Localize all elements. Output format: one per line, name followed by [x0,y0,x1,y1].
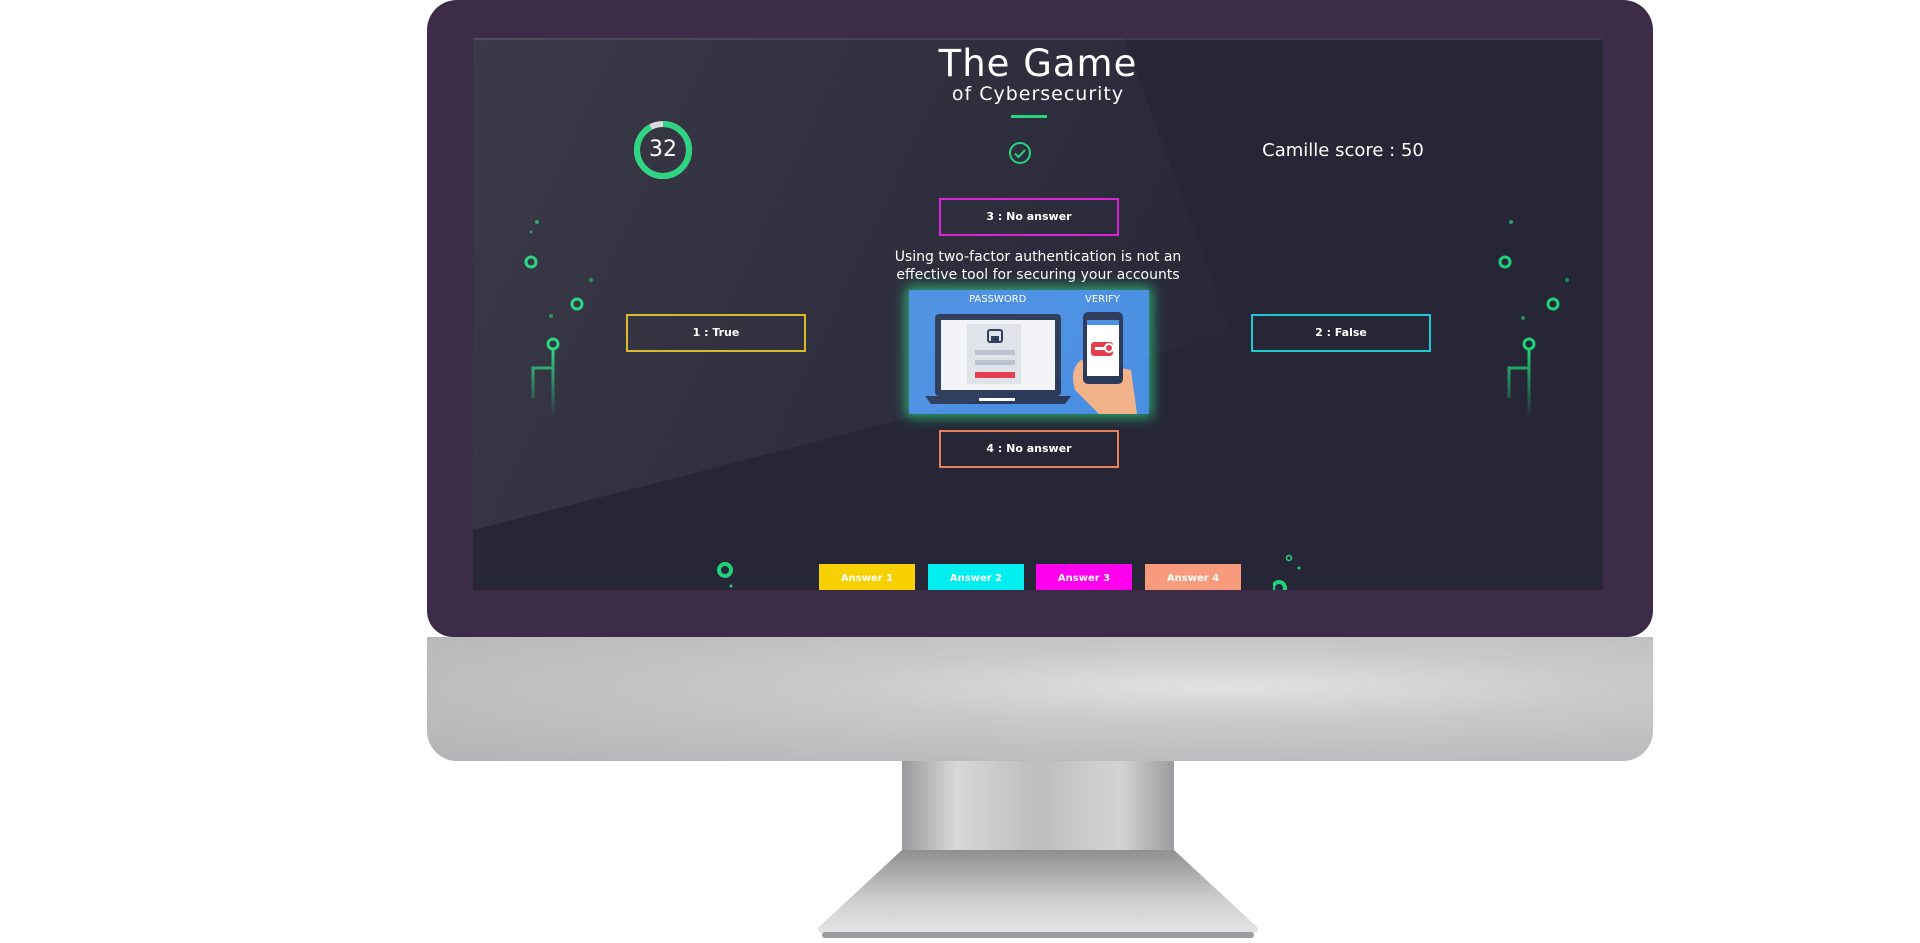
game-screen: The Game of Cybersecurity 32 Camille sco… [473,38,1603,590]
check-circle-icon [1009,142,1031,164]
circuit-decoration-left [524,220,593,538]
title-sub: of Cybersecurity [951,83,1125,105]
answer-3-button[interactable]: Answer 3 [1036,564,1132,590]
circuit-node-bottom-right [1273,554,1301,590]
circuit-node-bottom-left [717,562,733,588]
game-title: The Game of Cybersecurity [473,42,1603,105]
answer-4-button[interactable]: Answer 4 [1145,564,1241,590]
screen-top-edge [473,38,1603,40]
answer-option-4[interactable]: 4 : No answer [939,430,1119,468]
timer-value: 32 [649,137,677,162]
answer-option-1[interactable]: 1 : True [626,314,806,352]
monitor-chin [427,637,1653,761]
two-factor-illustration [925,312,1137,414]
monitor-neck [902,761,1174,857]
countdown-timer: 32 [633,120,693,180]
player-score: Camille score : 50 [1262,140,1424,161]
answer-option-3[interactable]: 3 : No answer [939,198,1119,236]
title-underline [1011,115,1047,118]
question-text: Using two-factor authentication is not a… [894,249,1182,283]
answer-option-2[interactable]: 2 : False [1251,314,1431,352]
question-illustration: PASSWORD VERIFY [909,290,1149,414]
answer-1-button[interactable]: Answer 1 [819,564,915,590]
circuit-decoration-right [1498,220,1569,538]
monitor-stand-foot [818,850,1258,938]
title-main: The Game [938,42,1138,85]
answer-2-button[interactable]: Answer 2 [928,564,1024,590]
